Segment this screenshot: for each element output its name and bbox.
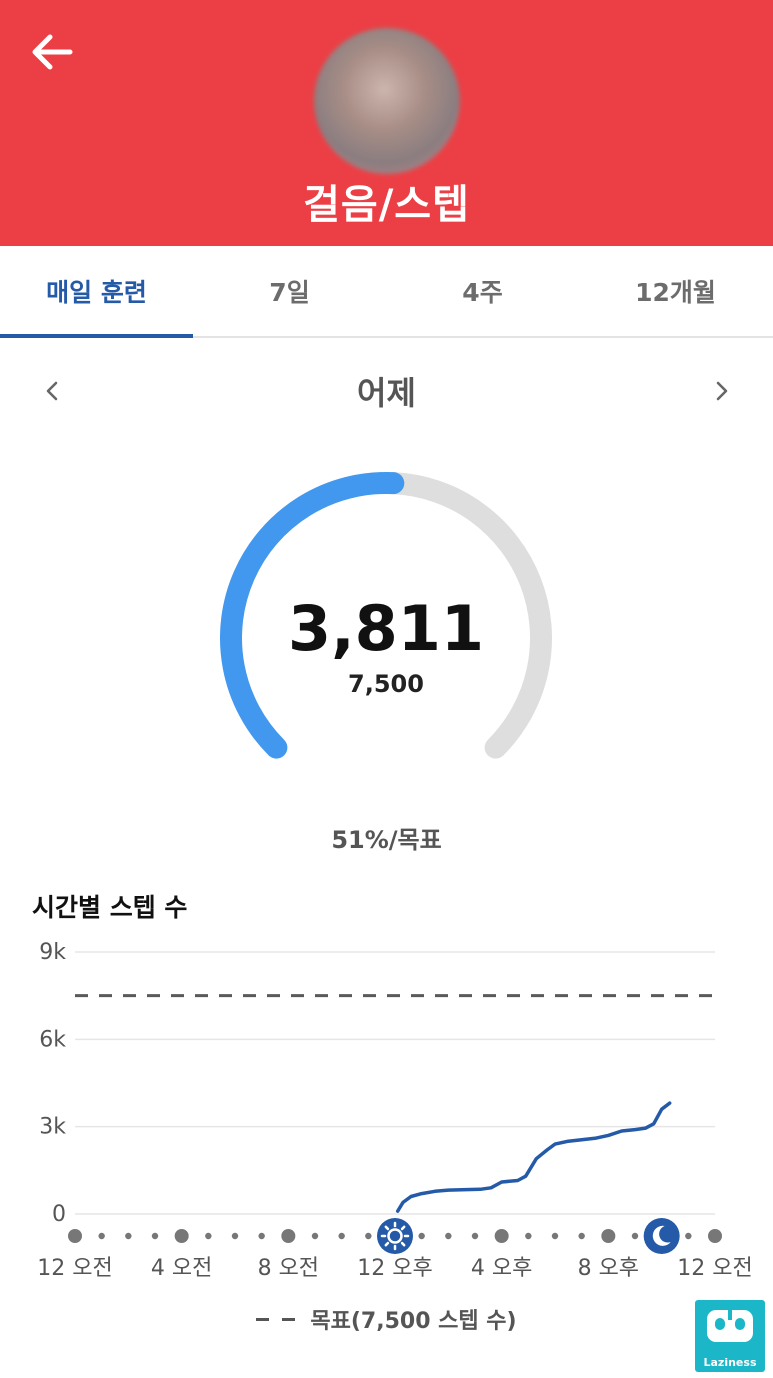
tab-12-months[interactable]: 12개월 [579,246,772,336]
logo-text: Laziness [703,1356,757,1369]
logo-icon [707,1310,753,1342]
arrow-left-icon [32,34,73,70]
hour-marker-minor [525,1232,532,1240]
step-series-line [395,1101,672,1213]
hour-marker-minor [311,1232,319,1240]
y-tick-label: 6k [39,1027,66,1052]
back-button[interactable] [22,22,82,82]
hour-marker-major [708,1229,722,1243]
hour-marker-major [494,1229,509,1243]
hour-marker-minor [685,1232,692,1240]
hour-marker-minor [631,1232,639,1240]
x-tick-label: 12 오전 [677,1256,752,1281]
tab-7-days[interactable]: 7일 [193,246,386,336]
hour-marker-major [174,1229,189,1243]
sun-icon-ray [400,1225,406,1231]
hour-marker-minor [125,1232,132,1240]
tab-daily[interactable]: 매일 훈련 [0,246,193,338]
hour-marker-minor [231,1232,239,1240]
hourly-steps-title: 시간별 스텝 수 [32,893,188,922]
goal-percent: 51%/목표 [331,826,442,854]
hour-marker-minor [471,1232,479,1240]
date-navigator: 어제 [0,358,773,424]
goal-legend-label: 목표(7,500 스텝 수) [310,1309,517,1334]
x-tick-label: 4 오전 [151,1256,212,1281]
x-tick-label: 8 오후 [578,1256,639,1281]
avatar [314,28,460,174]
hour-marker-minor [551,1232,559,1240]
hour-marker-minor [445,1232,452,1240]
hour-marker-minor [258,1232,265,1240]
sun-icon-ray [400,1241,406,1247]
hour-marker-major [601,1229,616,1243]
next-day-button[interactable] [696,366,746,416]
step-summary: 3,811 7,500 [210,590,562,698]
hour-marker-minor [365,1232,372,1240]
page-title: 걸음/스텝 [303,182,470,228]
tab-4-weeks[interactable]: 4주 [386,246,579,336]
laziness-logo: Laziness [695,1300,765,1372]
sun-icon-ray [384,1241,390,1247]
hour-marker-major [68,1229,82,1243]
y-tick-label: 3k [39,1115,66,1140]
period-tabs: 매일 훈련 7일 4주 12개월 [0,246,773,338]
x-tick-label: 8 오전 [258,1256,319,1281]
chevron-right-icon [716,381,728,401]
date-label: 어제 [357,374,416,412]
moon-icon [643,1218,680,1254]
hour-marker-minor [338,1232,345,1240]
step-count: 3,811 [287,592,485,665]
step-goal: 7,500 [348,670,424,698]
hour-marker-minor [98,1232,105,1240]
chart-legend: 목표(7,500 스텝 수) [0,1303,773,1335]
header-bar: 걸음/스텝 [0,0,773,246]
x-tick-label: 12 오후 [357,1256,432,1281]
hour-marker-minor [205,1232,212,1240]
hourly-steps-chart: 9k 6k 3k 0 12 오전 4 오전 8 오전 12 오후 4 오후 8 오후 12 오전 [37,940,752,1281]
x-tick-label: 12 오전 [37,1256,112,1281]
goal-legend-marker [256,1317,297,1321]
hour-marker-major [281,1229,296,1243]
hour-marker-minor [151,1232,159,1240]
y-tick-label: 0 [52,1202,66,1227]
x-tick-label: 4 오후 [471,1256,532,1281]
y-tick-label: 9k [39,940,66,965]
sun-icon-ray [384,1225,390,1231]
hour-marker-minor [418,1232,425,1240]
hour-marker-minor [578,1232,585,1240]
